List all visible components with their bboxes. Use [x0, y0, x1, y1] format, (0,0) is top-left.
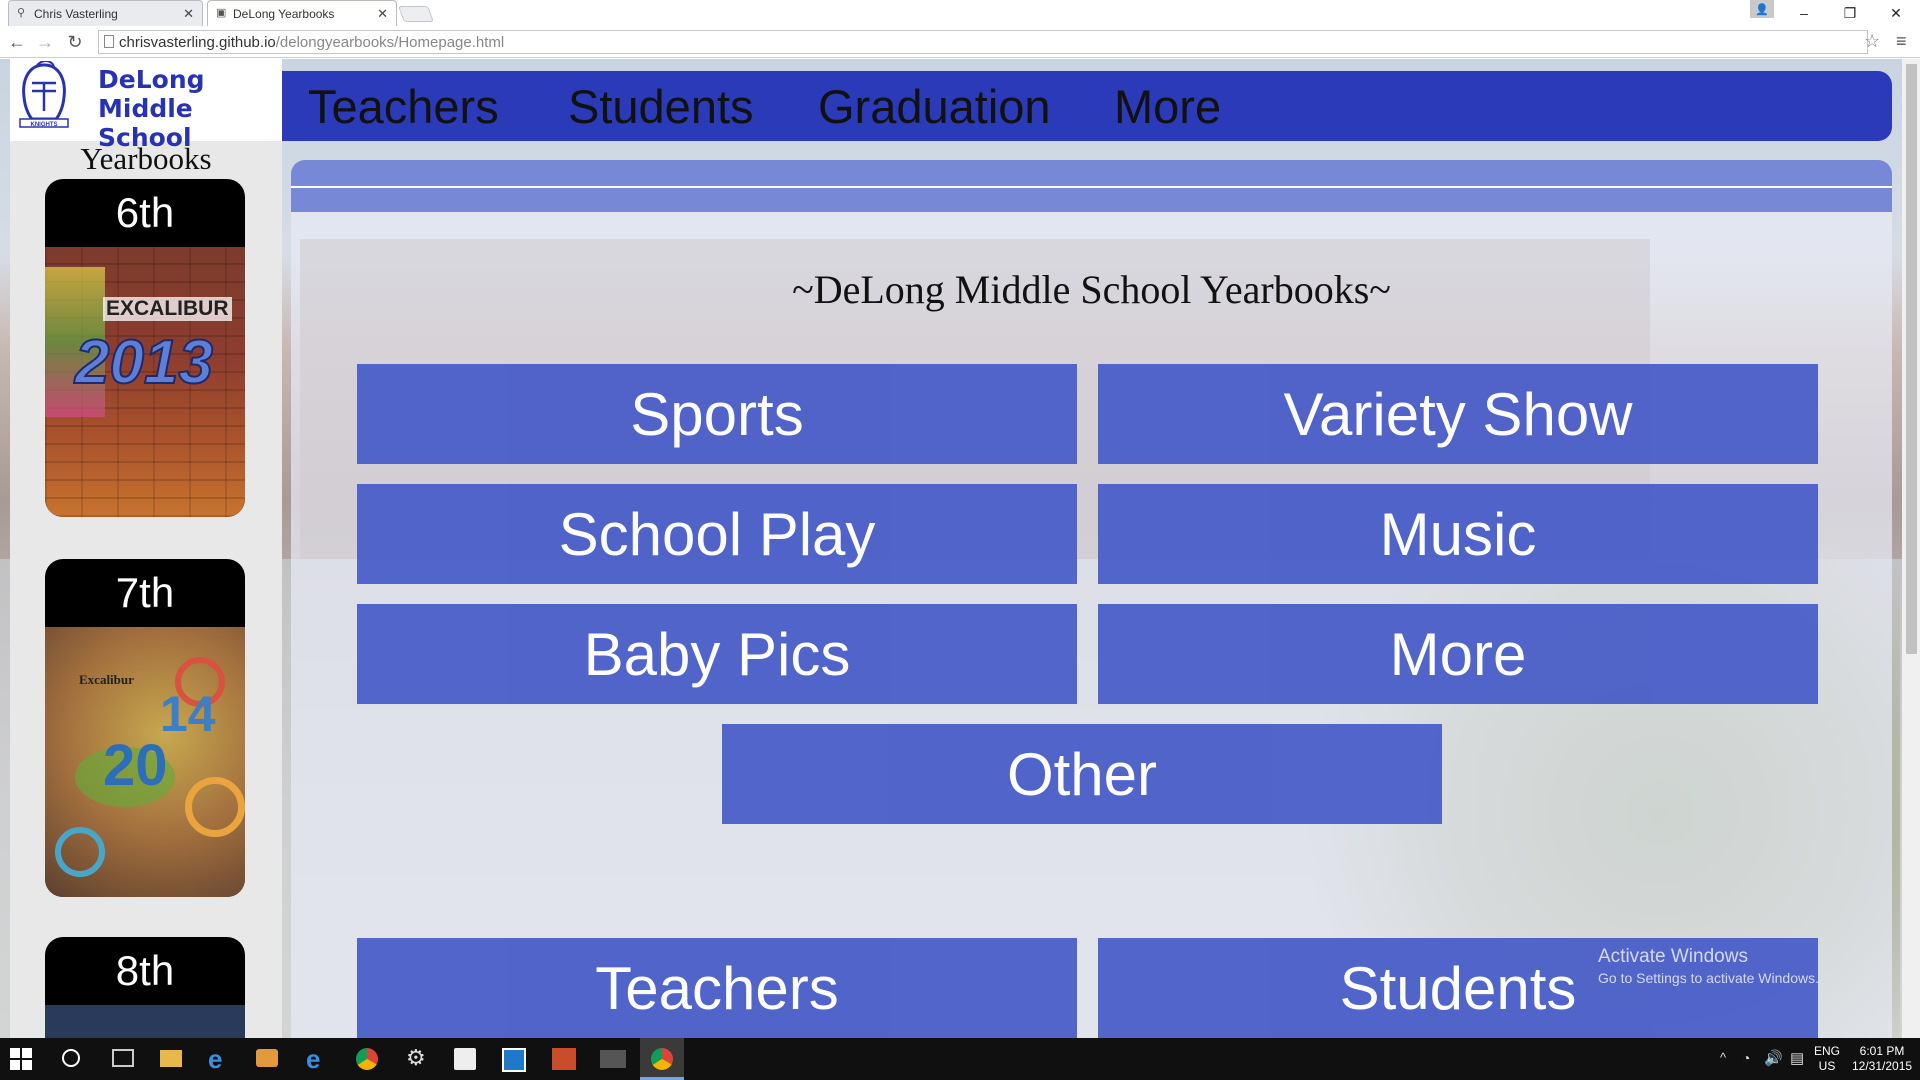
map-pin-icon: ⚲ [17, 7, 26, 19]
nav-students[interactable]: Students [568, 79, 754, 134]
scrollbar-thumb[interactable] [1906, 64, 1917, 654]
address-toolbar: ← → ↻ chrisvasterling.github.io/delongye… [0, 26, 1920, 58]
task-view-icon[interactable] [112, 1049, 134, 1067]
decor-circle [185, 777, 245, 837]
browser-tab-chris[interactable]: ⚲ Chris Vasterling ✕ [8, 0, 203, 26]
app-icon[interactable] [502, 1048, 526, 1072]
category-baby-pics-button[interactable]: Baby Pics [357, 604, 1077, 704]
category-school-play-button[interactable]: School Play [357, 484, 1077, 584]
grade-card-6th[interactable]: 6th EXCALIBUR 2013 [45, 179, 245, 517]
activate-windows-watermark: Activate Windows Go to Settings to activ… [1598, 946, 1819, 986]
grade-card-7th[interactable]: 7th Excalibur 14 20 [45, 559, 245, 897]
input-language[interactable]: ENG US [1814, 1044, 1840, 1074]
grade-label: 7th [115, 569, 175, 616]
clock[interactable]: 6:01 PM 12/31/2015 [1852, 1044, 1912, 1074]
category-other-button[interactable]: Other [722, 724, 1442, 824]
watermark-line2: Go to Settings to activate Windows. [1598, 970, 1819, 986]
grade-card-8th[interactable]: 8th [45, 937, 245, 1038]
sidebar: KNIGHTS DeLong Middle School Yearbooks 6… [10, 59, 282, 1038]
yearbook-cover-2014: Excalibur 14 20 [45, 627, 245, 897]
edge-browser-icon[interactable]: e [306, 1044, 320, 1075]
teachers-button[interactable]: Teachers [357, 938, 1077, 1038]
notifications-icon[interactable]: ▤ [1790, 1049, 1804, 1067]
new-tab-button[interactable] [398, 6, 434, 22]
grade-label: 6th [115, 189, 175, 236]
yearbook-cover-2013: EXCALIBUR 2013 [45, 247, 245, 517]
app-icon[interactable] [552, 1048, 576, 1070]
minimize-icon[interactable]: – [1784, 0, 1824, 26]
user-profile-icon[interactable]: 👤 [1750, 0, 1774, 18]
logo-text: KNIGHTS [31, 122, 58, 128]
url-path: /delongyearbooks/Homepage.html [275, 33, 505, 51]
close-tab-icon[interactable]: ✕ [377, 7, 388, 20]
grade-label: 8th [115, 947, 175, 994]
internet-explorer-icon[interactable]: e [208, 1044, 222, 1075]
restore-icon[interactable]: ❐ [1830, 0, 1870, 26]
school-name[interactable]: DeLong Middle School [98, 65, 282, 152]
close-tab-icon[interactable]: ✕ [183, 7, 194, 20]
chrome-menu-icon[interactable]: ≡ [1896, 31, 1907, 52]
browser-tab-bar: ⚲ Chris Vasterling ✕ ▣ DeLong Yearbooks … [0, 0, 1920, 26]
lang-line1: ENG [1814, 1044, 1841, 1058]
cover-title: EXCALIBUR [103, 297, 232, 321]
tab-title: DeLong Yearbooks [233, 6, 335, 21]
knight-logo[interactable]: KNIGHTS [12, 61, 76, 129]
settings-gear-icon[interactable]: ⚙ [406, 1045, 426, 1071]
network-icon[interactable]: ◔ [1742, 1050, 1750, 1066]
media-player-icon[interactable] [256, 1049, 278, 1067]
store-icon[interactable] [454, 1048, 476, 1070]
page-icon [104, 35, 114, 48]
browser-tab-yearbooks[interactable]: ▣ DeLong Yearbooks ✕ [207, 0, 397, 26]
nav-graduation[interactable]: Graduation [818, 79, 1051, 134]
content-panel: ~DeLong Middle School Yearbooks~ Sports … [291, 160, 1892, 1038]
yearbook-cover-8th [45, 1005, 245, 1038]
cortana-search-icon[interactable] [62, 1049, 80, 1067]
category-more-button[interactable]: More [1098, 604, 1818, 704]
taskbar: e e ⚙ ^ ◔ 🔊 ▤ ENG US 6:01 PM 12/31/2015 [0, 1038, 1920, 1080]
close-window-icon[interactable]: ✕ [1876, 0, 1916, 26]
clock-date: 12/31/2015 [1852, 1059, 1913, 1073]
cover-year: 2013 [74, 327, 214, 398]
cover-year-top: 14 [160, 686, 216, 742]
category-variety-show-button[interactable]: Variety Show [1098, 364, 1818, 464]
chrome-active-task[interactable] [640, 1038, 684, 1080]
chrome-icon[interactable] [356, 1048, 378, 1070]
forward-arrow-icon[interactable]: → [34, 31, 56, 53]
school-name-line1: DeLong [98, 65, 205, 94]
page-favicon-icon: ▣ [216, 7, 227, 19]
category-music-button[interactable]: Music [1098, 484, 1818, 584]
reload-icon[interactable]: ↻ [64, 31, 86, 53]
header-divider [291, 186, 1892, 188]
yearbooks-label: Yearbooks [80, 141, 212, 176]
watermark-line1: Activate Windows [1598, 946, 1748, 967]
app-icon[interactable] [600, 1050, 626, 1068]
file-explorer-icon[interactable] [160, 1050, 182, 1067]
page-scrollbar[interactable] [1902, 59, 1920, 1038]
tab-title: Chris Vasterling [34, 6, 118, 21]
panel-header-band [291, 160, 1892, 212]
top-navigation: Teachers Students Graduation More [282, 71, 1892, 141]
volume-icon[interactable]: 🔊 [1764, 1049, 1783, 1067]
cover-title: Excalibur [79, 672, 134, 687]
chrome-icon [651, 1048, 673, 1070]
page-title: ~DeLong Middle School Yearbooks~ [792, 267, 1391, 312]
page-viewport: KNIGHTS DeLong Middle School Yearbooks 6… [0, 59, 1920, 1038]
cover-year-bottom: 20 [103, 733, 168, 798]
nav-teachers[interactable]: Teachers [308, 79, 499, 134]
url-host: chrisvasterling.github.io [119, 33, 276, 51]
lang-line2: US [1818, 1059, 1836, 1073]
show-hidden-icons-icon[interactable]: ^ [1720, 1050, 1726, 1065]
bookmark-star-icon[interactable]: ☆ [1864, 31, 1880, 52]
nav-more[interactable]: More [1114, 79, 1221, 134]
decor-circle [55, 827, 105, 877]
category-sports-button[interactable]: Sports [357, 364, 1077, 464]
windows-start-icon[interactable] [10, 1048, 32, 1070]
clock-time: 6:01 PM [1859, 1044, 1905, 1058]
url-input[interactable]: chrisvasterling.github.io/delongyearbook… [98, 30, 1868, 54]
back-arrow-icon[interactable]: ← [6, 31, 28, 53]
